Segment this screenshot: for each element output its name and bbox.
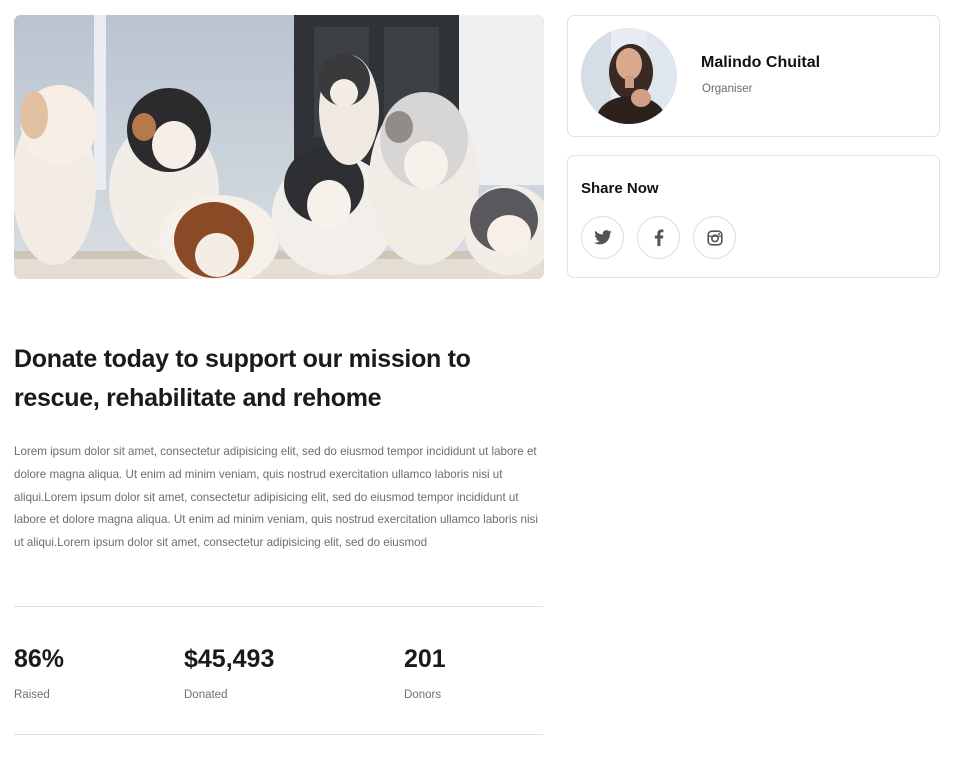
organiser-role: Organiser — [702, 83, 753, 95]
stat-value: $45,493 — [184, 645, 275, 673]
divider-bottom — [14, 734, 543, 735]
facebook-icon — [654, 229, 663, 246]
stat-donated: $45,493 Donated — [184, 644, 274, 701]
campaign-description: Lorem ipsum dolor sit amet, consectetur … — [14, 445, 538, 550]
twitter-icon — [593, 229, 612, 244]
share-card: Share Now — [567, 155, 940, 278]
stat-label: Donors — [404, 689, 442, 701]
share-instagram-button[interactable] — [693, 216, 736, 259]
campaign-title: Donate today to support our mission to r… — [14, 345, 471, 412]
stat-raised: 86% Raised — [14, 644, 64, 701]
share-title: Share Now — [581, 180, 659, 197]
stat-label: Raised — [14, 689, 50, 701]
stat-value: 201 — [404, 645, 446, 673]
stat-donors: 201 Donors — [404, 644, 446, 701]
share-facebook-button[interactable] — [637, 216, 680, 259]
avatar — [581, 28, 677, 124]
puppies-photo — [14, 15, 544, 279]
hero-image — [14, 15, 544, 279]
share-twitter-button[interactable] — [581, 216, 624, 259]
organiser-photo — [581, 28, 677, 124]
instagram-icon — [706, 229, 723, 246]
organiser-card: Malindo Chuital Organiser — [567, 15, 940, 137]
divider-top — [14, 606, 543, 607]
organiser-name: Malindo Chuital — [701, 54, 821, 71]
stat-label: Donated — [184, 689, 228, 701]
stat-value: 86% — [14, 645, 65, 673]
